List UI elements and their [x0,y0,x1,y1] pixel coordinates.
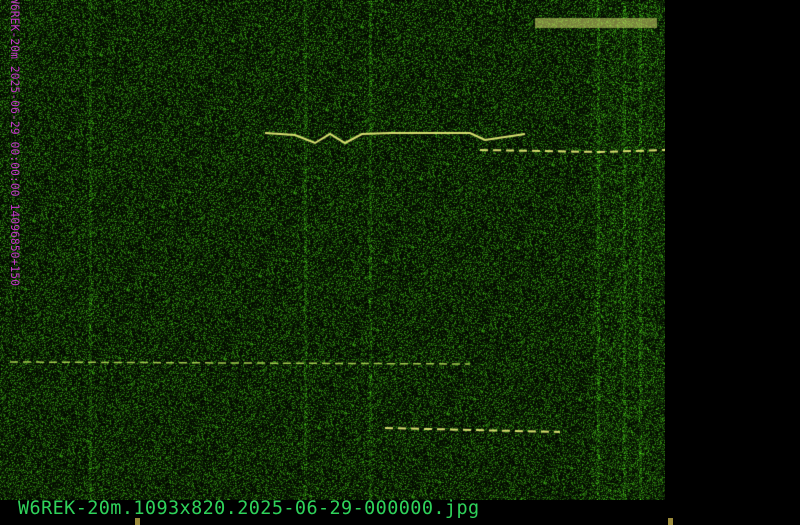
right-blank-panel [665,0,800,500]
bottom-tick-marker-right [668,518,673,525]
bottom-tick-marker-left [135,518,140,525]
filename-caption: W6REK-20m.1093x820.2025-06-29-000000.jpg [18,498,480,519]
waterfall-spectrogram [0,0,665,500]
vertical-station-label: W6REK-20m 2025-06-29 00:00:00 14096850+1… [8,0,21,287]
